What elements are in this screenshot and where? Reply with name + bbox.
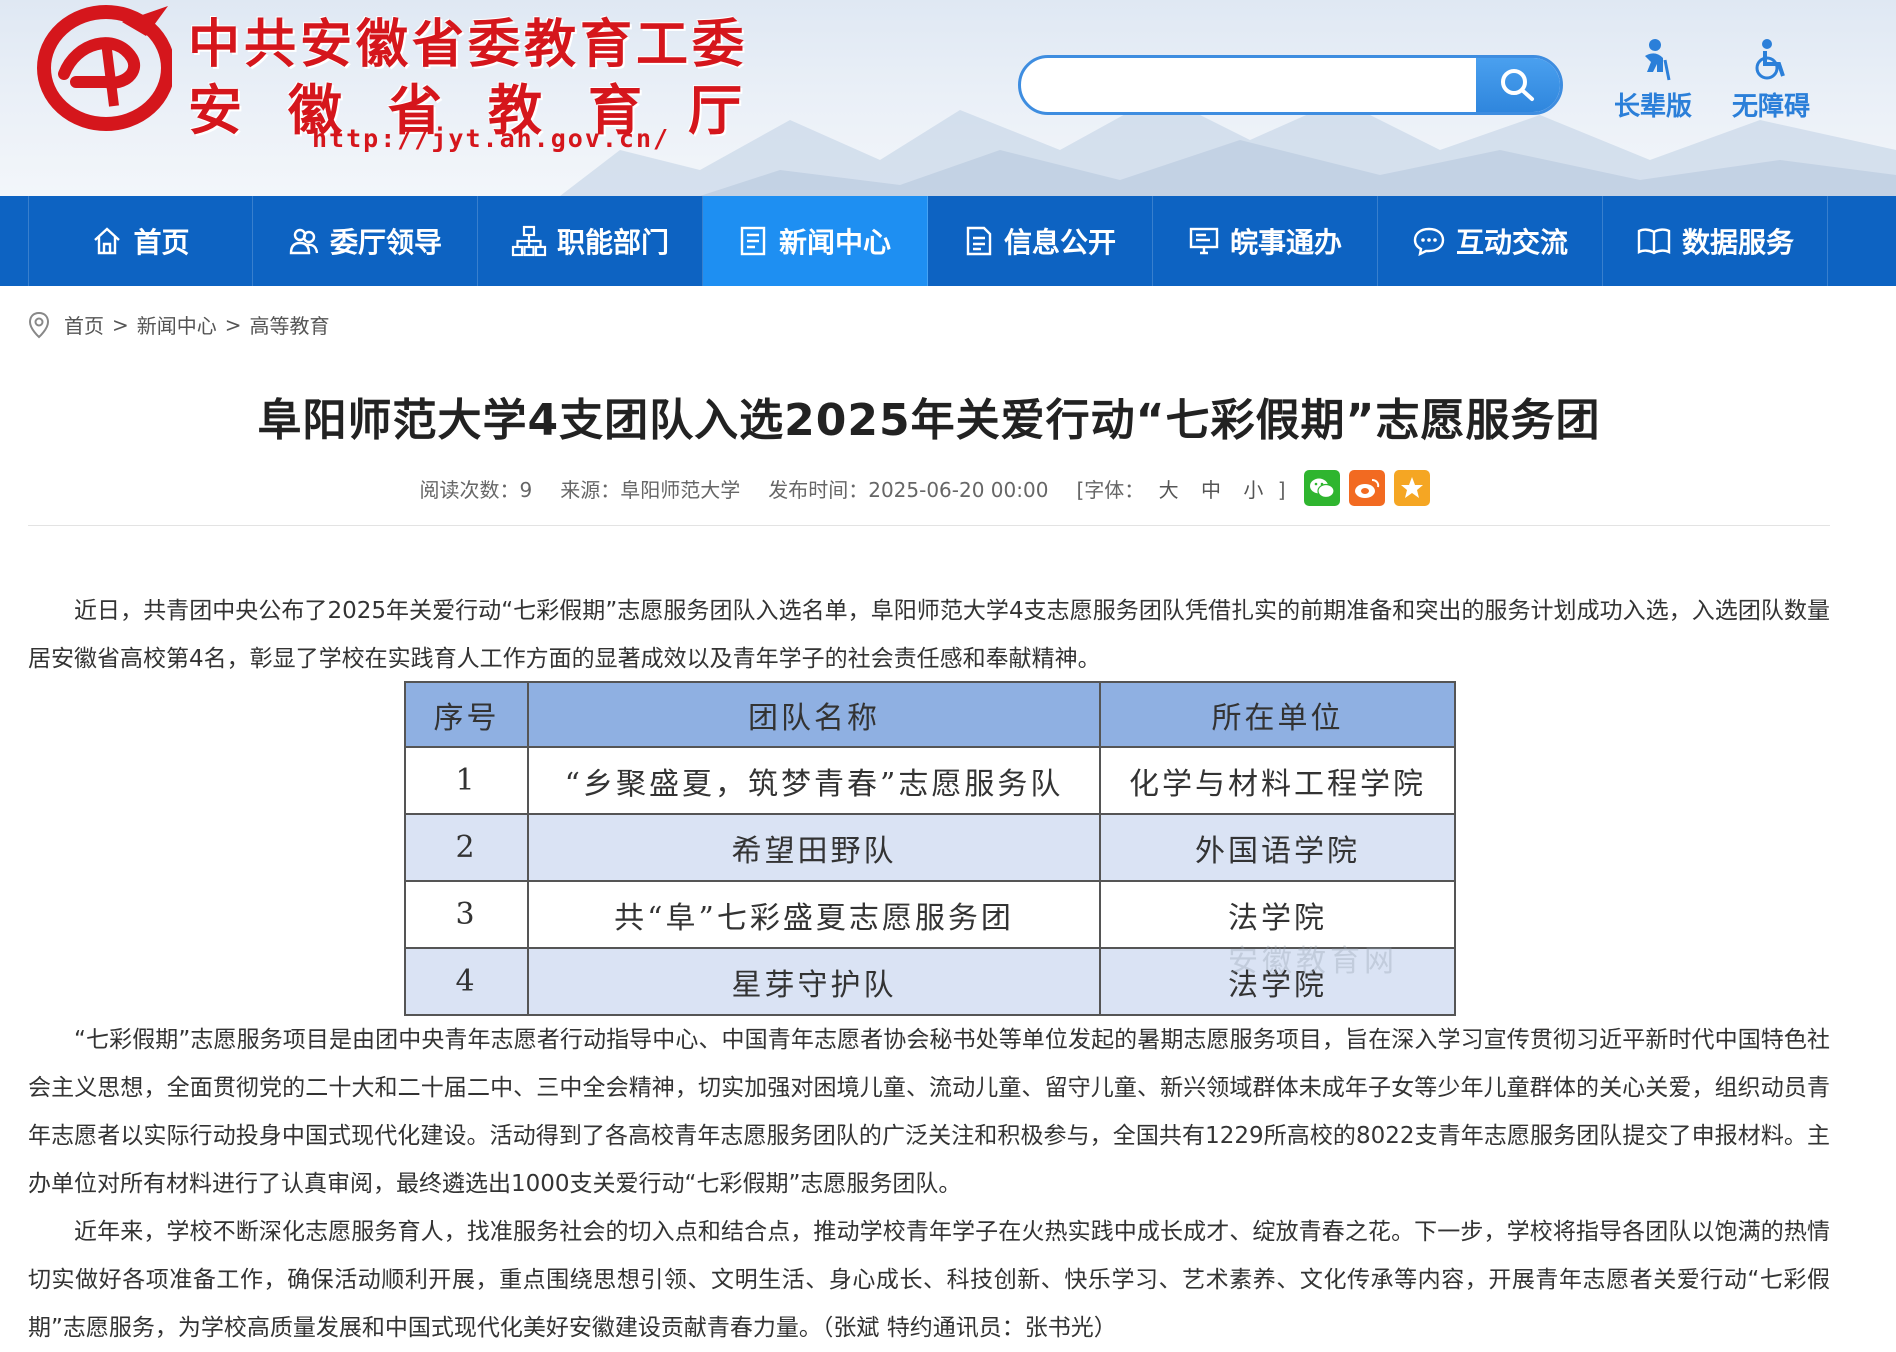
article-paragraph-2: “七彩假期”志愿服务项目是由团中央青年志愿者行动指导中心、中国青年志愿者协会秘书… (28, 1027, 1830, 1197)
publish-time-value: 2025-06-20 00:00 (868, 477, 1049, 502)
breadcrumb-separator: > (112, 312, 129, 337)
nav-item-interaction[interactable]: 互动交流 (1378, 196, 1603, 286)
article-paragraph-3: 近年来，学校不断深化志愿服务育人，找准服务社会的切入点和结合点，推动学校青年学子… (28, 1219, 1830, 1341)
table-row: 1 “乡聚盛夏，筑梦青春”志愿服务队 化学与材料工程学院 (404, 746, 1456, 815)
wheelchair-icon (1755, 39, 1785, 80)
share-wechat-button[interactable] (1303, 470, 1340, 506)
font-size-small[interactable]: 小 (1243, 478, 1263, 502)
org-chart-icon (511, 225, 547, 257)
article-meta: 阅读次数：9 来源：阜阳师范大学 发布时间：2025-06-20 00:00 [… (0, 470, 1858, 506)
view-count-label: 阅读次数： (419, 477, 520, 502)
news-icon (740, 226, 766, 256)
breadcrumb-higher-education[interactable]: 高等教育 (250, 310, 330, 339)
table-cell-team-name: 希望田野队 (527, 813, 1101, 882)
nav-item-label: 数据服务 (1681, 226, 1794, 259)
nav-item-label: 新闻中心 (778, 226, 891, 259)
source-label: 来源： (560, 477, 621, 502)
meta-divider (28, 525, 1830, 526)
e-logo-icon[interactable] (36, 2, 172, 132)
table-cell-unit: 外国语学院 (1099, 813, 1456, 882)
elder-mode-label: 长辈版 (1613, 92, 1692, 122)
site-header: 中共安徽省委教育工委 安徽省教育厅 http://jyt.ah.gov.cn/ … (0, 0, 1896, 196)
chat-icon (1413, 227, 1445, 257)
accessibility-label: 无障碍 (1731, 92, 1810, 122)
table-cell-index: 1 (404, 746, 529, 815)
document-icon (966, 226, 992, 256)
people-icon (289, 228, 319, 255)
article-title: 阜阳师范大学4支团队入选2025年关爱行动“七彩假期”志愿服务团 (257, 395, 1601, 446)
font-size-control: [字体： 大 中 小 ] (1076, 474, 1285, 503)
main-nav: 首页 委厅领导 职能部门 新闻中心 信息公开 皖事通办 互动交流 数据服务 (0, 196, 1896, 286)
table-cell-unit: 化学与材料工程学院 (1099, 746, 1456, 815)
accessibility-link[interactable]: 无障碍 (1726, 38, 1816, 123)
table-cell-index: 4 (404, 947, 529, 1016)
table-cell-team-name: “乡聚盛夏，筑梦青春”志愿服务队 (527, 746, 1101, 815)
table-cell-index: 2 (404, 813, 529, 882)
nav-item-info-disclosure[interactable]: 信息公开 (928, 196, 1153, 286)
search-button[interactable] (1476, 58, 1560, 112)
column-header-unit: 所在单位 (1099, 681, 1456, 748)
view-count-value: 9 (519, 477, 533, 502)
image-watermark: 安徽教育网 (1228, 944, 1398, 979)
article-paragraph-1: 近日，共青团中央公布了2025年关爱行动“七彩假期”志愿服务团队入选名单，阜阳师… (28, 598, 1830, 672)
share-weibo-button[interactable] (1348, 470, 1385, 506)
book-icon (1637, 228, 1671, 255)
elder-icon (1645, 39, 1671, 81)
elder-mode-link[interactable]: 长辈版 (1608, 38, 1698, 123)
nav-item-news[interactable]: 新闻中心 (703, 196, 928, 286)
nav-item-services[interactable]: 皖事通办 (1153, 196, 1378, 286)
breadcrumb-home[interactable]: 首页 (64, 310, 104, 339)
nav-item-label: 职能部门 (556, 226, 669, 259)
column-header-index: 序号 (404, 681, 529, 748)
table-cell-team-name: 共“阜”七彩盛夏志愿服务团 (527, 880, 1101, 949)
view-count: 阅读次数：9 (419, 474, 532, 503)
nav-item-data-services[interactable]: 数据服务 (1603, 196, 1828, 286)
favorite-star-icon (1400, 477, 1423, 498)
breadcrumb-news[interactable]: 新闻中心 (137, 310, 217, 339)
nav-item-label: 委厅领导 (329, 226, 442, 259)
font-size-close: ] (1277, 477, 1286, 502)
nav-item-leaders[interactable]: 委厅领导 (253, 196, 478, 286)
location-pin-icon (28, 311, 50, 338)
wechat-icon (1309, 478, 1335, 499)
breadcrumb-separator: > (224, 312, 242, 337)
search-box (1018, 55, 1563, 115)
weibo-icon (1354, 479, 1379, 498)
publish-time: 发布时间：2025-06-20 00:00 (768, 474, 1048, 503)
nav-item-label: 皖事通办 (1229, 226, 1342, 259)
home-icon (94, 227, 121, 255)
table-cell-team-name: 星芽守护队 (527, 947, 1101, 1016)
nav-item-departments[interactable]: 职能部门 (478, 196, 703, 286)
table-row: 2 希望田野队 外国语学院 (404, 813, 1456, 882)
column-header-team-name: 团队名称 (527, 681, 1101, 748)
font-size-label: [字体： (1076, 477, 1145, 502)
nav-item-label: 互动交流 (1455, 226, 1568, 259)
search-input[interactable] (1021, 58, 1476, 112)
table-header-row: 序号 团队名称 所在单位 (404, 681, 1456, 748)
monitor-icon (1189, 227, 1219, 255)
font-size-medium[interactable]: 中 (1201, 478, 1221, 502)
site-url[interactable]: http://jyt.ah.gov.cn/ (312, 124, 670, 153)
nav-item-label: 首页 (133, 226, 190, 259)
add-favorite-button[interactable] (1393, 470, 1430, 506)
table-cell-index: 3 (404, 880, 529, 949)
nav-item-label: 信息公开 (1003, 226, 1116, 259)
font-size-large[interactable]: 大 (1159, 478, 1179, 502)
nav-item-home[interactable]: 首页 (28, 196, 253, 286)
publish-time-label: 发布时间： (768, 477, 869, 502)
breadcrumb: 首页 > 新闻中心 > 高等教育 (28, 310, 330, 339)
article-source: 来源：阜阳师范大学 (560, 474, 740, 503)
source-value: 阜阳师范大学 (620, 477, 741, 502)
search-icon (1501, 69, 1534, 101)
